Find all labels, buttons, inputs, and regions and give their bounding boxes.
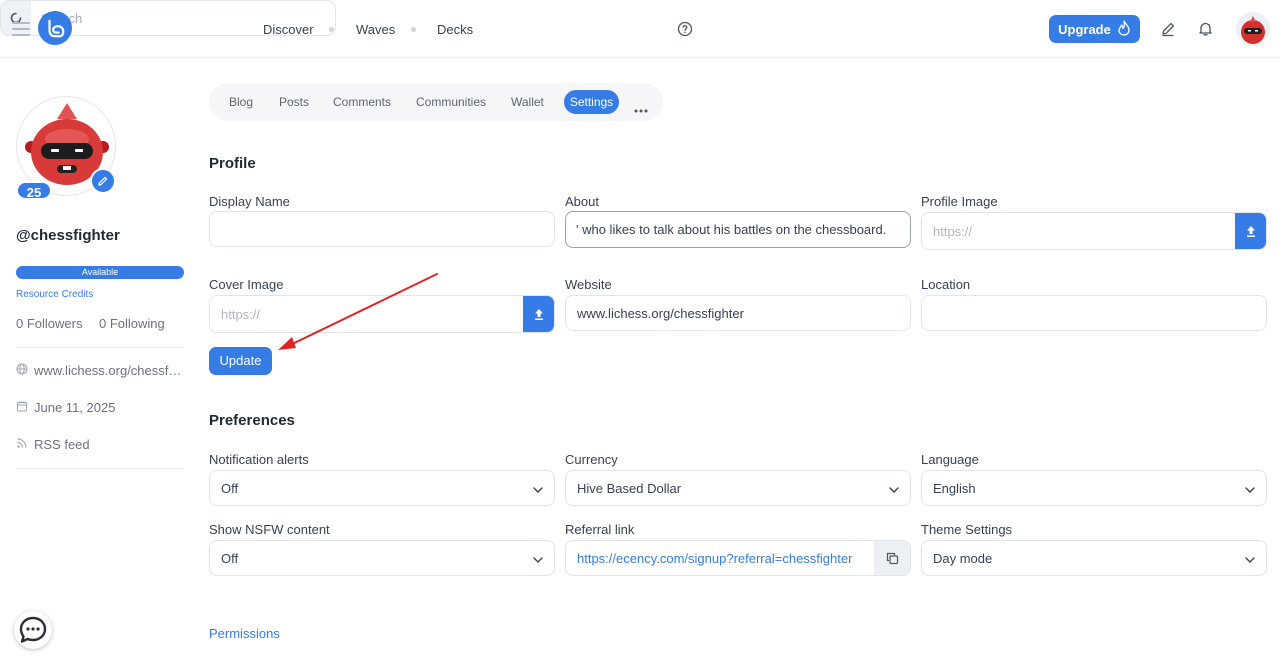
preferences-section-title: Preferences: [209, 412, 295, 429]
notification-label: Notification alerts: [209, 452, 309, 467]
sidebar-rss-text: RSS feed: [34, 437, 90, 452]
referral-link-value[interactable]: https://ecency.com/signup?referral=chess…: [577, 551, 852, 566]
sidebar-joined-text: June 11, 2025: [34, 400, 116, 415]
tab-settings[interactable]: Settings: [564, 90, 619, 114]
more-icon[interactable]: [634, 100, 648, 113]
location-field[interactable]: [921, 295, 1267, 331]
tab-posts[interactable]: Posts: [279, 95, 309, 109]
website-field[interactable]: www.lichess.org/chessfighter: [565, 295, 911, 331]
display-name-label: Display Name: [209, 194, 290, 209]
flame-icon: [1117, 19, 1131, 39]
profile-username: @chessfighter: [16, 227, 120, 244]
calendar-icon: [16, 400, 28, 415]
referral-label: Referral link: [565, 522, 635, 537]
help-icon[interactable]: [677, 21, 693, 37]
nav-discover[interactable]: Discover: [263, 22, 314, 37]
nav-separator: [411, 27, 416, 32]
edit-icon[interactable]: [90, 168, 116, 194]
language-value: English: [933, 480, 976, 496]
top-navbar: Discover Waves Decks Upgrade: [0, 0, 1280, 58]
currency-value: Hive Based Dollar: [577, 480, 682, 496]
upload-icon[interactable]: [523, 296, 554, 332]
tab-blog[interactable]: Blog: [229, 95, 253, 109]
about-label: About: [565, 194, 599, 209]
sidebar-website-text: www.lichess.org/chessfighter: [34, 363, 184, 378]
chat-icon[interactable]: [14, 611, 52, 649]
nsfw-select[interactable]: Off: [209, 540, 555, 576]
language-select[interactable]: English: [921, 470, 1267, 506]
rss-icon: [16, 437, 28, 452]
bell-icon[interactable]: [1198, 21, 1213, 42]
about-field[interactable]: ' who likes to talk about his battles on…: [565, 211, 911, 248]
pencil-icon[interactable]: [1160, 21, 1176, 42]
chevron-down-icon: [533, 551, 543, 566]
sidebar-website[interactable]: www.lichess.org/chessfighter: [16, 363, 186, 378]
profile-image-input[interactable]: https://: [933, 224, 972, 239]
currency-label: Currency: [565, 452, 618, 467]
sidebar-divider: [16, 468, 184, 469]
language-label: Language: [921, 452, 979, 467]
referral-field[interactable]: https://ecency.com/signup?referral=chess…: [565, 540, 911, 576]
chevron-down-icon: [889, 481, 899, 496]
chevron-down-icon: [533, 481, 543, 496]
user-avatar[interactable]: [1236, 12, 1270, 46]
nav-decks[interactable]: Decks: [437, 22, 473, 37]
chevron-down-icon: [1245, 481, 1255, 496]
location-label: Location: [921, 277, 971, 292]
nsfw-label: Show NSFW content: [209, 522, 330, 537]
cover-image-input[interactable]: https://: [221, 307, 260, 322]
copy-icon[interactable]: [874, 541, 910, 575]
chevron-down-icon: [1245, 551, 1255, 566]
following-count[interactable]: 0 Following: [99, 316, 165, 331]
tab-wallet[interactable]: Wallet: [511, 95, 544, 109]
notification-value: Off: [221, 480, 239, 496]
nsfw-value: Off: [221, 550, 239, 566]
upload-icon[interactable]: [1235, 213, 1266, 249]
theme-value: Day mode: [933, 550, 993, 566]
menu-icon[interactable]: [12, 22, 30, 36]
resource-credits-link[interactable]: Resource Credits: [16, 289, 93, 300]
tab-communities[interactable]: Communities: [416, 95, 486, 109]
profile-image-field[interactable]: https://: [921, 212, 1267, 250]
resource-credits-bar: Available: [16, 266, 184, 279]
update-button[interactable]: Update: [209, 347, 272, 375]
nav-waves[interactable]: Waves: [356, 22, 395, 37]
currency-select[interactable]: Hive Based Dollar: [565, 470, 911, 506]
profile-image-label: Profile Image: [921, 194, 998, 209]
followers-count[interactable]: 0 Followers: [16, 316, 82, 331]
theme-label: Theme Settings: [921, 522, 1013, 537]
upgrade-button[interactable]: Upgrade: [1049, 15, 1140, 43]
reputation-badge: 25: [16, 181, 52, 200]
ecency-logo-icon[interactable]: [38, 11, 72, 45]
globe-icon: [16, 363, 28, 378]
notification-select[interactable]: Off: [209, 470, 555, 506]
annotation-arrow: [278, 273, 438, 350]
sidebar-rss[interactable]: RSS feed: [16, 437, 186, 452]
display-name-field[interactable]: [209, 211, 555, 247]
sidebar-divider: [16, 347, 184, 348]
website-label: Website: [565, 277, 612, 292]
upgrade-label: Upgrade: [1058, 21, 1111, 37]
sidebar-joined: June 11, 2025: [16, 400, 186, 415]
theme-select[interactable]: Day mode: [921, 540, 1267, 576]
nav-separator: [329, 27, 334, 32]
tab-comments[interactable]: Comments: [333, 95, 391, 109]
permissions-link[interactable]: Permissions: [209, 626, 280, 641]
profile-section-title: Profile: [209, 155, 256, 172]
